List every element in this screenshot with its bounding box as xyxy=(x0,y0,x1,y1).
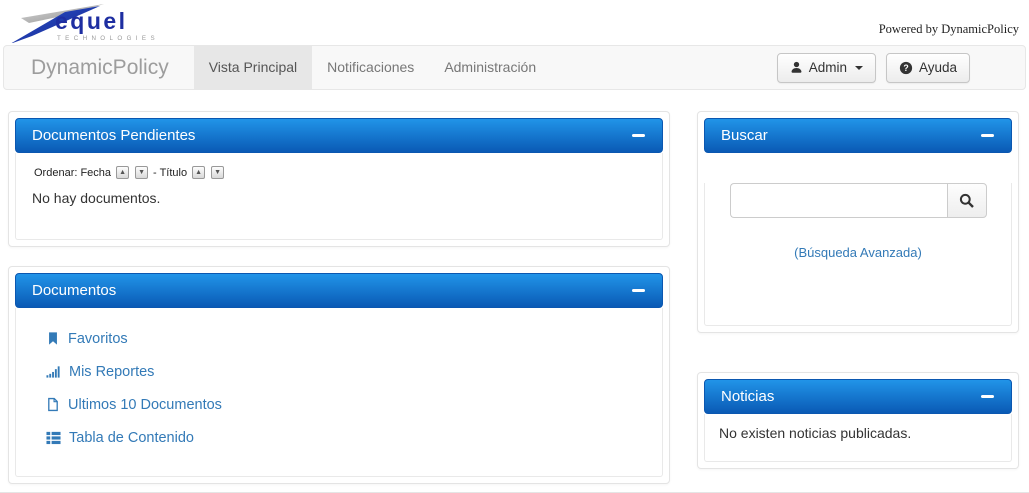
panel-body-documentos: Favoritos Mis Reportes Ultimos 10 Docume… xyxy=(15,308,663,477)
caret-down-icon xyxy=(855,66,863,70)
admin-button-label: Admin xyxy=(809,60,847,75)
panel-title: Documentos Pendientes xyxy=(32,127,195,144)
panel-header-buscar: Buscar xyxy=(704,118,1012,153)
svg-text:TECHNOLOGIES: TECHNOLOGIES xyxy=(57,35,159,42)
top-strip: equel TECHNOLOGIES Powered by DynamicPol… xyxy=(0,0,1029,45)
minus-icon xyxy=(981,395,994,399)
question-icon: ? xyxy=(899,61,913,75)
search-input-group xyxy=(730,183,987,218)
file-icon xyxy=(46,397,60,412)
user-icon xyxy=(790,61,803,74)
link-label: Favoritos xyxy=(68,331,128,347)
sort-titulo-desc-button[interactable]: ▼ xyxy=(211,166,224,179)
navbar-brand[interactable]: DynamicPolicy xyxy=(4,46,194,89)
panel-body-buscar: (Búsqueda Avanzada) xyxy=(704,183,1012,326)
panel-header-noticias: Noticias xyxy=(704,379,1012,414)
sort-fecha-asc-button[interactable]: ▲ xyxy=(116,166,129,179)
collapse-button[interactable] xyxy=(630,128,646,144)
collapse-button[interactable] xyxy=(979,389,995,405)
link-ultimos-documentos[interactable]: Ultimos 10 Documentos xyxy=(16,388,662,421)
svg-text:?: ? xyxy=(903,63,908,73)
admin-dropdown-button[interactable]: Admin xyxy=(777,53,876,83)
search-button[interactable] xyxy=(947,183,987,218)
panel-body-documentos-pendientes: Ordenar: Fecha ▲ ▼ - Título ▲ ▼ No hay d… xyxy=(15,153,663,240)
advanced-search-link[interactable]: (Búsqueda Avanzada) xyxy=(705,245,1011,260)
zequel-logo-icon: equel TECHNOLOGIES xyxy=(8,3,180,43)
page: equel TECHNOLOGIES Powered by DynamicPol… xyxy=(0,0,1029,493)
tab-notificaciones[interactable]: Notificaciones xyxy=(312,46,429,89)
link-tabla-contenido[interactable]: Tabla de Contenido xyxy=(16,421,662,454)
link-favoritos[interactable]: Favoritos xyxy=(16,322,662,355)
panel-buscar: Buscar (Búsqueda Avanzada) xyxy=(697,111,1019,333)
navbar-buttons: Admin ? Ayuda xyxy=(777,46,1025,89)
collapse-button[interactable] xyxy=(630,283,646,299)
panel-body-noticias: No existen noticias publicadas. xyxy=(704,414,1012,462)
sort-label-fecha: Ordenar: Fecha xyxy=(34,167,111,179)
list-icon xyxy=(46,430,61,445)
panel-documentos: Documentos Favoritos Mis Reportes Ultimo… xyxy=(8,266,670,484)
link-label: Tabla de Contenido xyxy=(69,430,194,446)
panel-header-documentos-pendientes: Documentos Pendientes xyxy=(15,118,663,153)
news-empty-message: No existen noticias publicadas. xyxy=(719,425,911,441)
main-content: Documentos Pendientes Ordenar: Fecha ▲ ▼… xyxy=(0,90,1029,484)
search-input[interactable] xyxy=(730,183,947,218)
sort-titulo-asc-button[interactable]: ▲ xyxy=(192,166,205,179)
link-mis-reportes[interactable]: Mis Reportes xyxy=(16,355,662,388)
panel-title: Buscar xyxy=(721,127,768,144)
panel-header-documentos: Documentos xyxy=(15,273,663,308)
sort-controls-row: Ordenar: Fecha ▲ ▼ - Título ▲ ▼ xyxy=(16,153,662,179)
tab-administracion[interactable]: Administración xyxy=(429,46,551,89)
help-button[interactable]: ? Ayuda xyxy=(886,53,970,83)
sort-label-titulo: - Título xyxy=(153,167,187,179)
minus-icon xyxy=(981,134,994,138)
left-column: Documentos Pendientes Ordenar: Fecha ▲ ▼… xyxy=(8,111,670,484)
panel-title: Documentos xyxy=(32,282,116,299)
link-label: Ultimos 10 Documentos xyxy=(68,397,222,413)
collapse-button[interactable] xyxy=(979,128,995,144)
search-icon xyxy=(959,193,975,209)
panel-title: Noticias xyxy=(721,388,774,405)
tab-vista-principal[interactable]: Vista Principal xyxy=(194,46,312,89)
pending-empty-message: No hay documentos. xyxy=(16,179,662,224)
bookmark-icon xyxy=(46,331,60,346)
zequel-logo: equel TECHNOLOGIES xyxy=(8,3,180,43)
navbar: DynamicPolicy Vista Principal Notificaci… xyxy=(3,45,1026,90)
minus-icon xyxy=(632,289,645,293)
powered-by-text: Powered by DynamicPolicy xyxy=(879,8,1019,37)
panel-noticias: Noticias No existen noticias publicadas. xyxy=(697,372,1019,469)
bar-chart-icon xyxy=(46,364,61,379)
sort-fecha-desc-button[interactable]: ▼ xyxy=(135,166,148,179)
panel-documentos-pendientes: Documentos Pendientes Ordenar: Fecha ▲ ▼… xyxy=(8,111,670,247)
link-label: Mis Reportes xyxy=(69,364,154,380)
minus-icon xyxy=(632,134,645,138)
right-column: Buscar (Búsqueda Avanzada) Noticias xyxy=(697,111,1019,469)
svg-text:equel: equel xyxy=(55,8,128,34)
help-button-label: Ayuda xyxy=(919,60,957,75)
navbar-spacer xyxy=(551,46,777,89)
